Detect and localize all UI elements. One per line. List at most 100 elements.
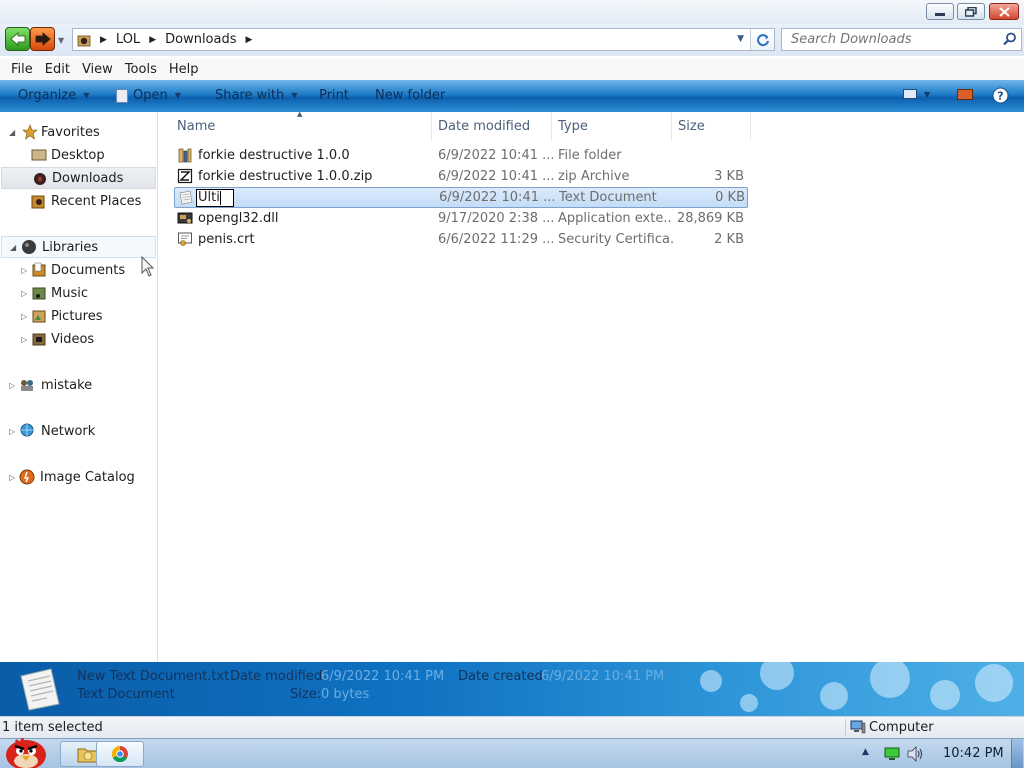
nav-image-catalog[interactable]: ▷ Image Catalog	[0, 466, 150, 488]
background-bubble	[870, 662, 910, 698]
organize-label: Organize	[18, 88, 77, 103]
forward-button[interactable]	[30, 27, 55, 51]
minimize-button[interactable]	[926, 3, 954, 20]
menu-tools[interactable]: Tools	[119, 62, 163, 77]
search-icon[interactable]	[1003, 32, 1017, 46]
clock[interactable]: 10:42 PM	[943, 746, 1004, 761]
organize-button[interactable]: Organize ▼	[18, 88, 89, 103]
file-name: forkie destructive 1.0.0.zip	[198, 169, 373, 184]
collapsed-arrow-icon[interactable]: ▷	[9, 381, 15, 390]
breadcrumb-lol[interactable]: LOL	[116, 32, 140, 47]
file-row[interactable]: forkie destructive 1.0.0.zip 6/9/2022 10…	[174, 166, 748, 187]
collapsed-arrow-icon[interactable]: ▷	[21, 266, 27, 275]
menu-help[interactable]: Help	[163, 62, 205, 77]
column-header-date-modified[interactable]: Date modified	[432, 112, 552, 140]
nav-libraries[interactable]: ◢ Libraries	[1, 236, 156, 258]
breadcrumb-arrow-icon[interactable]: ▶	[149, 35, 156, 45]
menu-file[interactable]: File	[5, 62, 39, 77]
nav-music[interactable]: ▷ Music	[0, 282, 150, 304]
user-folder-icon	[19, 377, 35, 393]
documents-label: Documents	[51, 262, 126, 278]
downloads-folder-icon	[32, 170, 48, 186]
music-icon	[31, 285, 47, 301]
menu-bar: File Edit View Tools Help	[0, 58, 1024, 80]
address-bar[interactable]: ▶ LOL ▶ Downloads ▶ ▼	[72, 28, 775, 51]
view-icon	[903, 89, 917, 99]
file-type: File folder	[558, 148, 622, 163]
downloads-label: Downloads	[52, 170, 124, 186]
rename-input[interactable]: Ulti	[196, 189, 234, 207]
videos-label: Videos	[51, 331, 95, 347]
open-button[interactable]: Open ▼	[116, 88, 181, 103]
print-button[interactable]: Print	[319, 88, 349, 103]
preview-pane-button[interactable]	[957, 89, 973, 100]
file-size: 3 KB	[714, 169, 744, 184]
folder-location-icon	[77, 33, 91, 47]
file-date: 9/17/2020 2:38 ...	[438, 211, 553, 226]
dropdown-arrow-icon: ▼	[83, 91, 90, 100]
nav-documents[interactable]: ▷ Documents	[0, 259, 150, 281]
chrome-icon	[111, 745, 128, 763]
nav-network[interactable]: ▷ Network	[0, 420, 150, 442]
breadcrumb-arrow-icon[interactable]: ▶	[246, 35, 253, 45]
menu-edit[interactable]: Edit	[39, 62, 76, 77]
menu-view[interactable]: View	[76, 62, 119, 77]
column-header-name[interactable]: Name	[171, 112, 432, 140]
share-with-button[interactable]: Share with ▼	[215, 88, 297, 103]
collapsed-arrow-icon[interactable]: ▷	[9, 427, 15, 436]
maximize-icon	[965, 6, 977, 17]
print-label: Print	[319, 88, 349, 103]
document-icon	[116, 88, 128, 103]
documents-icon	[31, 262, 47, 278]
nav-favorites[interactable]: ◢ Favorites	[0, 121, 150, 143]
column-header-type[interactable]: Type	[552, 112, 672, 140]
nav-mistake[interactable]: ▷ mistake	[0, 374, 150, 396]
file-type: Security Certifica...	[558, 232, 673, 247]
start-button[interactable]	[2, 733, 50, 768]
nav-recent-places[interactable]: Recent Places	[0, 190, 150, 212]
show-hidden-icons-icon[interactable]: ▲	[862, 747, 869, 757]
image-catalog-icon	[19, 469, 35, 485]
taskbar-chrome-button[interactable]	[96, 741, 144, 767]
search-input[interactable]	[782, 29, 992, 50]
search-box	[781, 28, 1022, 51]
nav-desktop[interactable]: Desktop	[0, 144, 150, 166]
collapsed-arrow-icon[interactable]: ▷	[21, 335, 27, 344]
file-row-selected[interactable]: Ulti 6/9/2022 10:41 ... Text Document 0 …	[174, 187, 748, 208]
change-view-button[interactable]: ▼	[903, 89, 930, 99]
close-button[interactable]	[989, 3, 1019, 20]
details-pane: New Text Document.txt Text Document Date…	[0, 662, 1024, 716]
collapsed-arrow-icon[interactable]: ▷	[21, 289, 27, 298]
file-row[interactable]: penis.crt 6/6/2022 11:29 ... Security Ce…	[174, 229, 748, 250]
breadcrumb-arrow-icon[interactable]: ▶	[100, 35, 107, 45]
navigation-pane: ◢ Favorites Desktop Downloads Recent Pla…	[0, 112, 158, 662]
details-date-created-value: 6/9/2022 10:41 PM	[541, 669, 665, 684]
breadcrumb-downloads[interactable]: Downloads	[165, 32, 236, 47]
show-desktop-button[interactable]	[1011, 739, 1023, 768]
file-date: 6/9/2022 10:41 ...	[438, 169, 553, 184]
file-row[interactable]: opengl32.dll 9/17/2020 2:38 ... Applicat…	[174, 208, 748, 229]
refresh-button[interactable]	[750, 29, 774, 50]
expanded-arrow-icon[interactable]: ◢	[10, 243, 16, 252]
recent-pages-dropdown-icon[interactable]: ▼	[58, 36, 64, 45]
certificate-icon	[177, 231, 193, 247]
volume-icon[interactable]	[906, 746, 924, 762]
maximize-button[interactable]	[957, 3, 985, 20]
background-bubble	[820, 682, 848, 710]
nav-downloads[interactable]: Downloads	[1, 167, 156, 189]
nav-pictures[interactable]: ▷ Pictures	[0, 305, 150, 327]
collapsed-arrow-icon[interactable]: ▷	[21, 312, 27, 321]
file-row[interactable]: forkie destructive 1.0.0 6/9/2022 10:41 …	[174, 145, 748, 166]
forward-arrow-icon	[35, 32, 51, 46]
expanded-arrow-icon[interactable]: ◢	[9, 128, 15, 137]
nav-videos[interactable]: ▷ Videos	[0, 328, 150, 350]
network-status-icon[interactable]	[884, 747, 900, 761]
back-button[interactable]	[5, 27, 30, 51]
help-button[interactable]: ?	[992, 87, 1009, 104]
address-dropdown-icon[interactable]: ▼	[737, 34, 744, 44]
column-header-size[interactable]: Size	[672, 112, 751, 140]
file-size: 0 KB	[715, 190, 745, 205]
command-toolbar: Organize ▼ Open ▼ Share with ▼ Print New fo…	[0, 80, 1024, 112]
collapsed-arrow-icon[interactable]: ▷	[9, 473, 15, 482]
new-folder-button[interactable]: New folder	[375, 88, 445, 103]
